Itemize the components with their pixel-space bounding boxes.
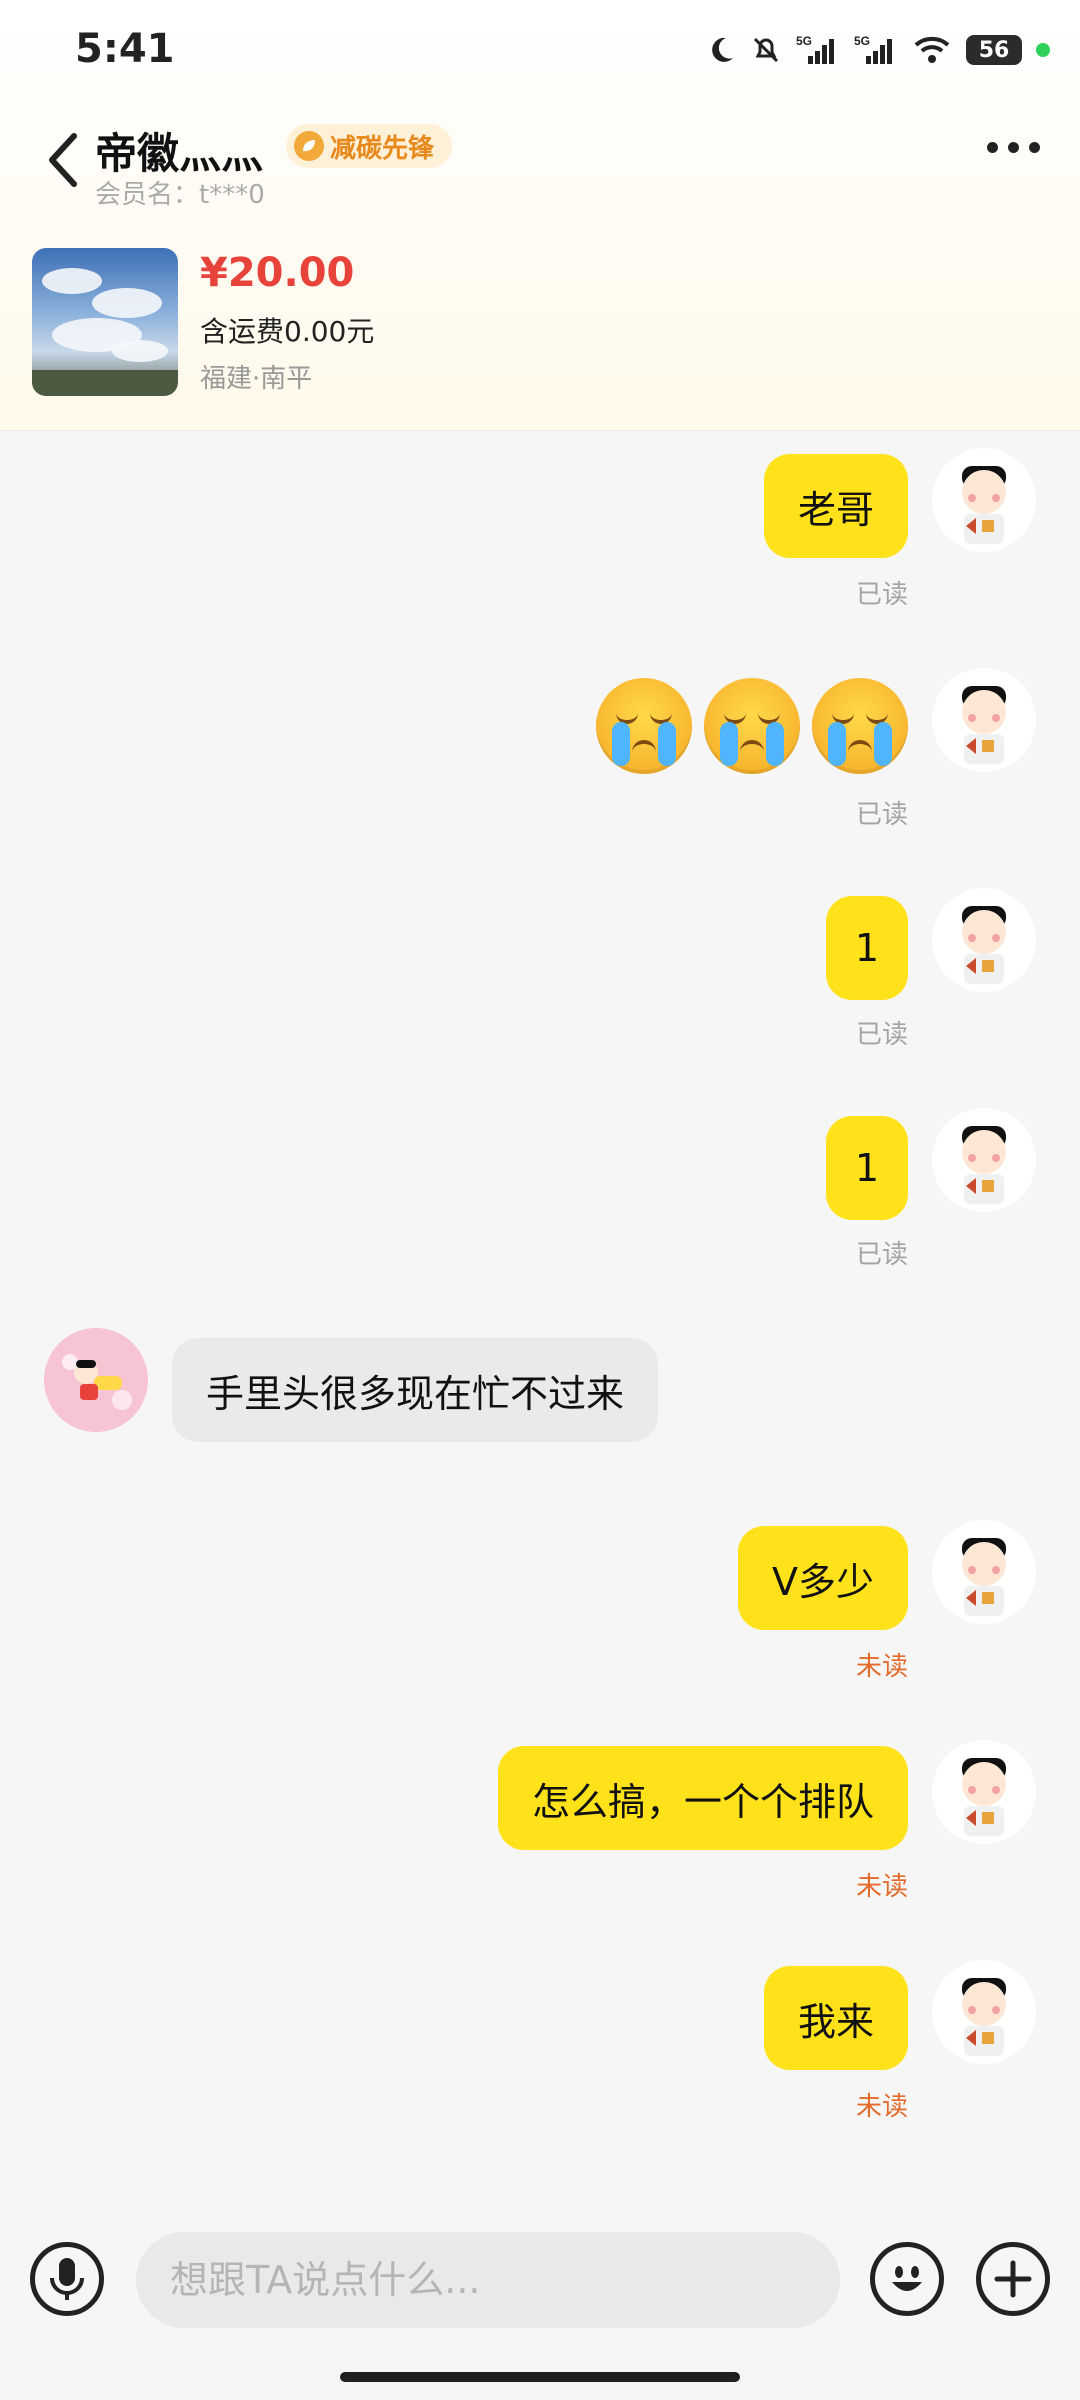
mute-bell-icon <box>750 34 782 66</box>
more-dot-icon <box>987 142 998 153</box>
my-avatar[interactable] <box>932 1520 1036 1624</box>
signal-5g-2-icon: 5G <box>854 34 898 66</box>
signal-5g-1-icon: 5G <box>796 34 840 66</box>
voice-button[interactable] <box>30 2242 104 2316</box>
smiley-icon <box>892 2266 922 2291</box>
product-location: 福建·南平 <box>200 364 313 394</box>
product-card[interactable]: ¥20.00 含运费0.00元 福建·南平 <box>32 248 1052 398</box>
read-status: 已读 <box>855 1020 908 1050</box>
more-options-button[interactable] <box>987 142 1040 153</box>
my-avatar[interactable] <box>932 1108 1036 1212</box>
wifi-icon <box>912 34 952 66</box>
crying-face-icon <box>596 678 692 774</box>
privacy-dot-icon <box>1036 43 1050 57</box>
message-bubble[interactable]: 我来 <box>763 1966 908 2070</box>
plus-icon <box>994 2260 1032 2298</box>
contact-avatar[interactable] <box>44 1328 148 1432</box>
badge-label: 减碳先锋 <box>330 133 435 164</box>
back-button[interactable] <box>44 130 80 190</box>
crying-face-icon <box>812 678 908 774</box>
battery-indicator: 56 <box>966 35 1022 65</box>
more-dot-icon <box>1029 142 1040 153</box>
network-label-2: 5G <box>854 34 870 48</box>
dnd-moon-icon <box>706 35 736 65</box>
product-shipping: 含运费0.00元 <box>200 315 375 348</box>
my-avatar[interactable] <box>932 448 1036 552</box>
input-bar <box>0 2210 1080 2370</box>
message-bubble[interactable]: 手里头很多现在忙不过来 <box>172 1338 659 1442</box>
carbon-badge[interactable]: 减碳先锋 <box>286 124 453 168</box>
my-avatar[interactable] <box>932 1740 1036 1844</box>
read-status: 已读 <box>855 800 908 830</box>
leaf-badge-icon <box>294 131 324 161</box>
read-status: 未读 <box>855 2092 908 2122</box>
contact-name[interactable]: 帝徽灬灬 <box>95 120 263 181</box>
microphone-icon <box>50 2258 84 2300</box>
emoji-message[interactable] <box>596 678 908 774</box>
message-bubble[interactable]: 1 <box>826 896 908 1000</box>
emoji-button[interactable] <box>870 2242 944 2316</box>
status-bar: 5:41 5G 5G 56 <box>0 0 1080 100</box>
chat-header: 帝徽灬灬 减碳先锋 会员名：t***0 <box>0 100 1080 220</box>
message-input[interactable] <box>136 2232 840 2328</box>
read-status: 未读 <box>855 1652 908 1682</box>
message-bubble[interactable]: 1 <box>826 1116 908 1220</box>
chevron-left-icon <box>49 133 77 187</box>
status-time: 5:41 <box>75 26 175 72</box>
more-dot-icon <box>1008 142 1019 153</box>
add-button[interactable] <box>976 2242 1050 2316</box>
message-bubble[interactable]: 怎么搞，一个个排队 <box>497 1746 908 1850</box>
crying-face-icon <box>704 678 800 774</box>
product-price: ¥20.00 <box>200 250 355 296</box>
my-avatar[interactable] <box>932 1960 1036 2064</box>
read-status: 已读 <box>855 1240 908 1270</box>
message-bubble[interactable]: 老哥 <box>763 454 908 558</box>
read-status: 已读 <box>855 580 908 610</box>
read-status: 未读 <box>855 1872 908 1902</box>
member-id: 会员名：t***0 <box>95 180 265 210</box>
home-indicator[interactable] <box>340 2372 740 2382</box>
my-avatar[interactable] <box>932 888 1036 992</box>
message-bubble[interactable]: V多少 <box>738 1526 908 1630</box>
status-icons: 5G 5G 56 <box>706 28 1050 72</box>
network-label-1: 5G <box>796 34 812 48</box>
product-thumbnail[interactable] <box>32 248 178 396</box>
my-avatar[interactable] <box>932 668 1036 772</box>
top-panel: 5:41 5G 5G 56 帝徽灬灬 减碳先锋 会员名：t***0 ¥20.00… <box>0 0 1080 431</box>
